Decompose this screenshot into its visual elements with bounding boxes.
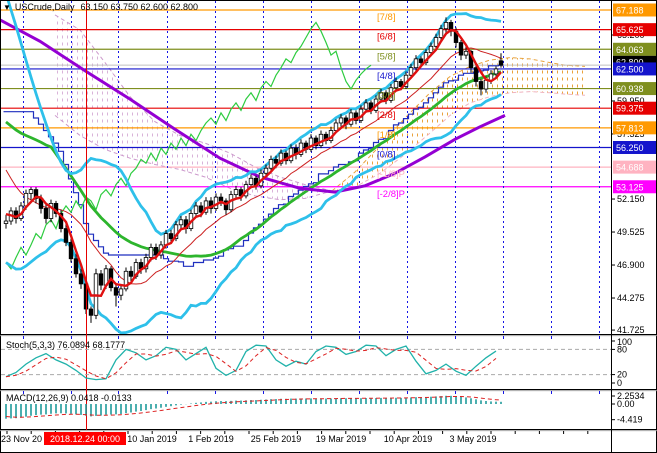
candle-body xyxy=(129,271,133,276)
price-badge: 59.375 xyxy=(616,104,644,114)
candle-body xyxy=(429,46,433,52)
candle-body xyxy=(169,234,173,239)
candle-body xyxy=(4,221,8,224)
chart-window: [7/8] [6/8] [5/8] [4/8] [3/8] [2/8] [1/8] [0/8]… xyxy=(0,0,657,453)
price-badge: 64.063 xyxy=(616,45,644,55)
price-axis-label: 41.725 xyxy=(617,325,645,335)
candle-body xyxy=(364,103,368,109)
candle-body xyxy=(119,289,123,295)
candle-body xyxy=(394,81,398,87)
price-axis-label: 52.150 xyxy=(617,194,645,204)
candle-body xyxy=(444,22,448,28)
date-axis-label: 10 Jan 2019 xyxy=(127,434,177,444)
date-badge-label: 2018.12.24 00:00 xyxy=(50,434,120,444)
date-axis-label: 23 Nov 20 xyxy=(1,434,42,444)
murray-label: [5/8] xyxy=(377,51,396,62)
candle-body xyxy=(249,178,253,184)
date-axis-label: 19 Mar 2019 xyxy=(316,434,367,444)
price-badge: 54.688 xyxy=(616,163,644,173)
candle-body xyxy=(74,259,78,274)
candle-body xyxy=(474,68,478,82)
murray-label: [1/8] xyxy=(377,130,396,141)
candle-body xyxy=(419,59,423,63)
macd-axis-label: 0.00 xyxy=(617,399,635,409)
candle-body xyxy=(334,123,338,131)
candle-body xyxy=(99,274,103,285)
candle-body xyxy=(69,242,73,258)
candle-body xyxy=(339,118,343,123)
symbol-marker-icon: ▼ xyxy=(3,2,11,13)
candle-body xyxy=(289,148,293,161)
candle-body xyxy=(29,190,33,194)
price-badge: 67.188 xyxy=(616,6,644,16)
candle-body xyxy=(484,80,488,89)
candle-body xyxy=(414,59,418,68)
price-axis-label: 44.275 xyxy=(617,293,645,303)
candle-body xyxy=(79,274,83,284)
murray-label: [6/8] xyxy=(377,32,396,43)
candle-body xyxy=(439,29,443,38)
murray-label: [7/8] xyxy=(377,12,396,23)
candle-body xyxy=(194,206,198,214)
price-badge: 62.500 xyxy=(616,64,644,74)
murray-label: [2/8] xyxy=(377,110,396,121)
macd-indicator-label: MACD(12,26,9) 0.0418 -0.0133 xyxy=(6,393,132,404)
price-axis-label: 49.525 xyxy=(617,227,645,237)
murray-label: [-2/8]P xyxy=(377,189,405,200)
candle-body xyxy=(164,234,168,245)
candle-body xyxy=(114,288,118,296)
date-axis-label: 25 Feb 2019 xyxy=(251,434,302,444)
price-badge: 60.938 xyxy=(616,84,644,94)
ohlc-values: 63.150 63.750 62.600 62.800 xyxy=(80,2,198,12)
candle-body xyxy=(464,51,468,55)
macd-axis-label: -4.419 xyxy=(617,415,643,425)
candle-body xyxy=(89,309,93,315)
candle-body xyxy=(274,159,278,163)
candle-body xyxy=(494,69,498,74)
candle-body xyxy=(219,197,223,201)
chart-title: ▼ USCrude,Daily 63.150 63.750 62.600 62.80… xyxy=(3,2,198,13)
date-axis-label: 3 May 2019 xyxy=(449,434,496,444)
candle-body xyxy=(269,159,273,168)
stoch-axis-label: 0 xyxy=(617,378,622,388)
price-badge: 56.250 xyxy=(616,143,644,153)
symbol-period-label: USCrude,Daily xyxy=(15,2,75,12)
price-chart-svg[interactable]: [7/8] [6/8] [5/8] [4/8] [3/8] [2/8] [1/8] [0/8]… xyxy=(0,0,657,453)
candle-body xyxy=(499,61,503,65)
murray-label: [-1/8]P xyxy=(377,169,405,180)
candle-body xyxy=(24,193,28,206)
candle-body xyxy=(264,168,268,173)
candle-body xyxy=(179,220,183,225)
candle-body xyxy=(409,68,413,76)
price-badge: 65.625 xyxy=(616,25,644,35)
price-badge: 57.813 xyxy=(616,123,644,133)
candle-body xyxy=(234,190,238,195)
stoch-axis-label: 80 xyxy=(617,344,627,354)
price-badge: 53.125 xyxy=(616,182,644,192)
murray-label: [3/8] xyxy=(377,91,396,102)
candle-body xyxy=(479,81,483,89)
candle-body xyxy=(434,38,438,47)
candle-body xyxy=(459,43,463,56)
date-axis-label: 10 Apr 2019 xyxy=(384,434,433,444)
price-axis-label: 46.900 xyxy=(617,260,645,270)
stochastic-indicator-label: Stoch(5,3,3) 76.0894 68.1777 xyxy=(6,340,125,351)
murray-label: [4/8] xyxy=(377,71,396,82)
candle-body xyxy=(44,208,48,218)
date-axis-label: 1 Feb 2019 xyxy=(188,434,234,444)
murray-label: [0/8] xyxy=(377,149,396,160)
candle-body xyxy=(149,247,153,257)
candle-body xyxy=(64,229,68,243)
